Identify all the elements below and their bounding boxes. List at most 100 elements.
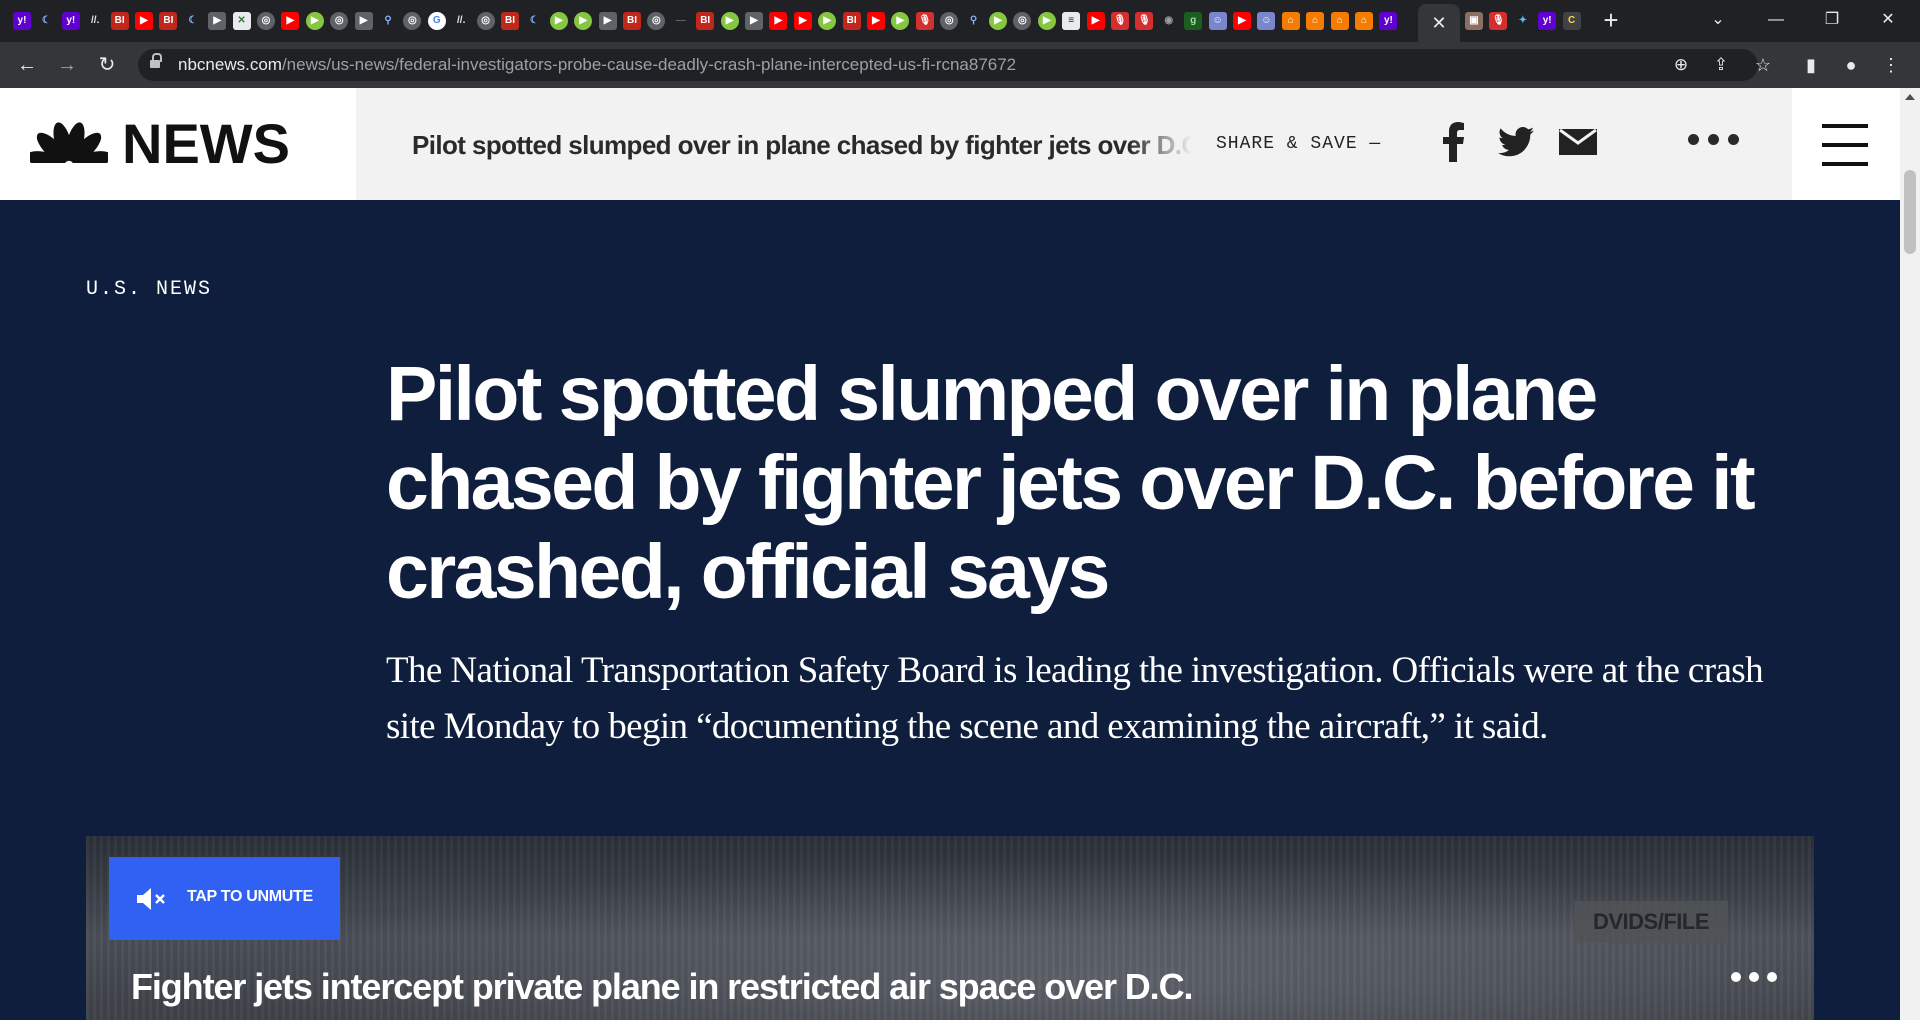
browser-tab[interactable]: BI: [620, 9, 644, 33]
active-tab[interactable]: ✕: [1418, 4, 1460, 42]
more-options-icon[interactable]: [1688, 134, 1739, 145]
close-window-button[interactable]: ✕: [1868, 6, 1908, 34]
browser-tab[interactable]: ▶: [864, 9, 888, 33]
browser-tab[interactable]: ◉: [1157, 9, 1181, 33]
browser-tab[interactable]: ▶: [303, 9, 327, 33]
page-scrollbar[interactable]: [1900, 88, 1920, 1020]
browser-tab[interactable]: ▶: [278, 9, 302, 33]
nbc-news-logo[interactable]: NEWS: [30, 116, 290, 172]
browser-tab[interactable]: BI: [498, 9, 522, 33]
browser-tab[interactable]: ▶: [205, 9, 229, 33]
share-save-label[interactable]: SHARE & SAVE —: [1216, 134, 1381, 154]
tab-search-button[interactable]: ⌄: [1698, 6, 1738, 34]
browser-tab[interactable]: —: [669, 9, 693, 33]
browser-tab[interactable]: ▶: [132, 9, 156, 33]
browser-tab[interactable]: ⚲: [962, 9, 986, 33]
lock-icon[interactable]: [150, 53, 162, 70]
browser-tab[interactable]: ◎: [474, 9, 498, 33]
new-tab-button[interactable]: +: [1598, 7, 1624, 34]
close-tab-icon[interactable]: ✕: [1431, 13, 1446, 34]
browser-tab[interactable]: 🎙: [1486, 9, 1510, 33]
browser-tab[interactable]: ☾: [181, 9, 205, 33]
browser-tab[interactable]: ▶: [1084, 9, 1108, 33]
browser-tab[interactable]: ▶: [815, 9, 839, 33]
browser-tab[interactable]: y!: [10, 9, 34, 33]
browser-tab[interactable]: ◎: [254, 9, 278, 33]
podcast-icon: 🎙: [1135, 12, 1154, 30]
browser-tab[interactable]: ⚲: [376, 9, 400, 33]
browser-tab[interactable]: ✦: [1511, 9, 1535, 33]
browser-tab[interactable]: ☺: [1206, 9, 1230, 33]
browser-tab[interactable]: BI: [840, 9, 864, 33]
url-text[interactable]: nbcnews.com/news/us-news/federal-investi…: [178, 55, 1016, 75]
youtube-icon: ▶: [1086, 12, 1105, 30]
browser-tab[interactable]: BI: [108, 9, 132, 33]
browser-tab[interactable]: //.: [449, 9, 473, 33]
browser-tab[interactable]: ≡: [1059, 9, 1083, 33]
search-icon: ⚲: [964, 12, 983, 30]
browser-tab[interactable]: ◎: [1010, 9, 1034, 33]
reload-button[interactable]: ↻: [93, 51, 121, 79]
section-label[interactable]: U.S. NEWS: [86, 278, 212, 301]
browser-tab[interactable]: ▶: [986, 9, 1010, 33]
browser-tab[interactable]: y!: [1376, 9, 1400, 33]
browser-tab[interactable]: ⌂: [1303, 9, 1327, 33]
browser-tab[interactable]: ▶: [888, 9, 912, 33]
browser-tab[interactable]: ⌂: [1279, 9, 1303, 33]
browser-tab[interactable]: 🎙: [1108, 9, 1132, 33]
browser-tab[interactable]: y!: [59, 9, 83, 33]
menu-hamburger-icon[interactable]: [1822, 124, 1868, 166]
side-panel-icon[interactable]: ▮: [1797, 51, 1825, 79]
browser-tab[interactable]: ◎: [400, 9, 424, 33]
browser-tab[interactable]: ▶: [718, 9, 742, 33]
browser-tab[interactable]: ▶: [1035, 9, 1059, 33]
browser-tab[interactable]: BI: [156, 9, 180, 33]
browser-tab[interactable]: //.: [83, 9, 107, 33]
browser-tab[interactable]: ▶: [571, 9, 595, 33]
browser-tab[interactable]: BI: [693, 9, 717, 33]
back-button[interactable]: ←: [13, 51, 41, 79]
browser-tab[interactable]: y!: [1535, 9, 1559, 33]
video-title[interactable]: Fighter jets intercept private plane in …: [131, 966, 1193, 1008]
zoom-icon[interactable]: ⊕: [1670, 54, 1692, 76]
video-more-icon[interactable]: [1731, 972, 1777, 982]
tap-to-unmute-button[interactable]: TAP TO UNMUTE: [109, 857, 340, 940]
browser-tab[interactable]: ◎: [327, 9, 351, 33]
browser-tab[interactable]: ▶: [1230, 9, 1254, 33]
browser-tab[interactable]: ⌂: [1352, 9, 1376, 33]
twitter-icon[interactable]: [1492, 118, 1540, 166]
browser-tab[interactable]: g: [1181, 9, 1205, 33]
minimize-button[interactable]: —: [1756, 6, 1796, 34]
browser-tab[interactable]: ▶: [766, 9, 790, 33]
browser-tab[interactable]: ▶: [547, 9, 571, 33]
browser-tab[interactable]: G: [425, 9, 449, 33]
scroll-up-arrow-icon[interactable]: [1905, 94, 1915, 100]
browser-tab[interactable]: ▶: [742, 9, 766, 33]
video-player[interactable]: TAP TO UNMUTE DVIDS/FILE Fighter jets in…: [86, 836, 1814, 1020]
share-icon[interactable]: ⇪: [1710, 54, 1732, 76]
browser-tab[interactable]: 🎙: [1132, 9, 1156, 33]
browser-tab[interactable]: 🎙: [913, 9, 937, 33]
browser-tab[interactable]: ◎: [937, 9, 961, 33]
restore-button[interactable]: ❐: [1812, 6, 1852, 34]
browser-tab[interactable]: ▣: [1462, 9, 1486, 33]
facebook-icon[interactable]: [1430, 118, 1478, 166]
address-bar[interactable]: nbcnews.com/news/us-news/federal-investi…: [138, 49, 1758, 81]
email-icon[interactable]: [1554, 118, 1602, 166]
browser-tab[interactable]: ▶: [596, 9, 620, 33]
browser-tab[interactable]: ☾: [522, 9, 546, 33]
bookmark-star-icon[interactable]: ☆: [1749, 51, 1777, 79]
browser-tab[interactable]: ▶: [352, 9, 376, 33]
browser-menu-icon[interactable]: ⋮: [1877, 51, 1905, 79]
browser-tab[interactable]: C: [1560, 9, 1584, 33]
browser-tab[interactable]: ☾: [34, 9, 58, 33]
browser-tab[interactable]: ▶: [791, 9, 815, 33]
forward-button[interactable]: →: [53, 51, 81, 79]
browser-tab[interactable]: ◎: [644, 9, 668, 33]
profile-icon[interactable]: ●: [1837, 51, 1865, 79]
browser-tab[interactable]: ☺: [1254, 9, 1278, 33]
browser-tab[interactable]: ⌂: [1328, 9, 1352, 33]
browser-tab[interactable]: ✕: [230, 9, 254, 33]
sticky-headline: Pilot spotted slumped over in plane chas…: [412, 130, 1192, 160]
scroll-thumb[interactable]: [1904, 170, 1916, 254]
